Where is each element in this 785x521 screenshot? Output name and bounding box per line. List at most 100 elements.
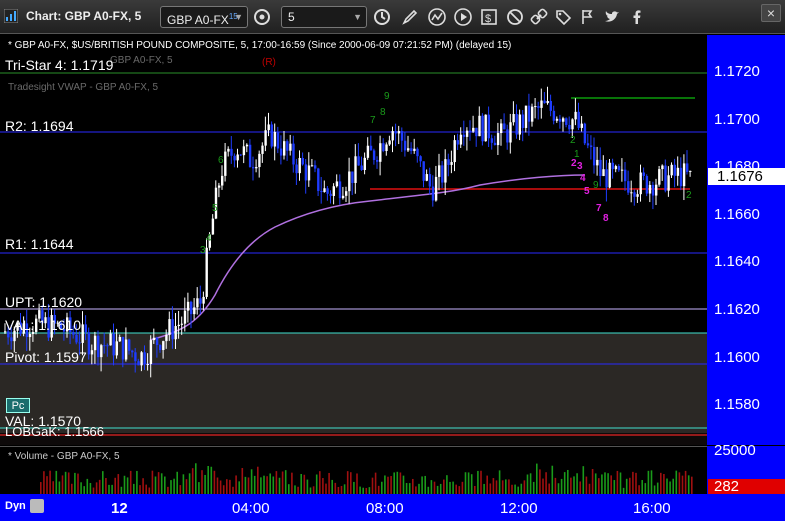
volume-bar (154, 476, 157, 494)
time-tick: 12 (111, 500, 128, 517)
candle-body (509, 122, 512, 143)
interval-selector[interactable]: 5 ▼ (281, 6, 367, 28)
candle-body (264, 130, 267, 146)
volume-bar (67, 472, 70, 494)
candle-body (221, 175, 224, 186)
candle-body (78, 342, 81, 344)
candle-body (568, 124, 571, 130)
candle-body (338, 181, 342, 199)
volume-bar (139, 485, 141, 494)
volume-bar (545, 472, 547, 494)
level-label-tristar: Tri-Star 4: 1.1719 (5, 57, 114, 73)
candle-body (320, 190, 323, 192)
symbol-selector[interactable]: GBP A0-FX15 ▼ (160, 6, 248, 28)
volume-bar (656, 482, 659, 494)
volume-bar (588, 483, 591, 494)
clock-icon[interactable] (372, 7, 392, 27)
period-cycle-icon[interactable] (252, 7, 272, 27)
time-tick: 08:00 (366, 500, 404, 517)
title-bar: Chart: GBP A0-FX, 5 GBP A0-FX15 ▼ 5 ▼ $ (0, 0, 785, 34)
twitter-icon[interactable] (602, 7, 622, 27)
candle-body (400, 131, 404, 141)
seq-green-9b: 9 (593, 180, 599, 191)
candle-body (617, 166, 621, 171)
volume-bar (198, 482, 200, 494)
candle-body (211, 218, 215, 235)
studies-icon[interactable] (427, 7, 447, 27)
seq-magenta-5: 5 (584, 186, 590, 197)
candle-body (562, 118, 565, 122)
candle-body (326, 188, 329, 194)
price-chart[interactable]: 9 8 7 6 5 4 3 2 1 9 2 2 3 4 5 7 8 (0, 35, 707, 445)
candle-body (689, 170, 692, 172)
svg-text:$: $ (485, 13, 491, 25)
close-window-button[interactable]: × (761, 4, 781, 22)
level-label-r1: R1: 1.1644 (5, 236, 74, 252)
facebook-icon[interactable] (627, 7, 647, 27)
volume-bar (433, 481, 436, 494)
candle-body (549, 100, 552, 111)
volume-bar (160, 473, 163, 494)
seq-magenta-7: 7 (596, 203, 602, 214)
volume-bar (105, 477, 107, 494)
volume-title: * Volume - GBP A0-FX, 5 (8, 451, 120, 462)
volume-bar (300, 473, 302, 494)
seq-magenta-4: 4 (580, 173, 586, 184)
candle-body (267, 124, 270, 131)
candle-body (478, 115, 481, 137)
candle-body (531, 106, 534, 122)
price-axis[interactable] (707, 35, 785, 445)
play-icon[interactable] (453, 7, 473, 27)
volume-bar (325, 483, 327, 494)
candle-body (543, 100, 546, 104)
candle-body (252, 167, 255, 169)
volume-bar (452, 481, 454, 494)
candle-body (431, 186, 435, 201)
candle-body (441, 165, 444, 183)
candle-body (413, 148, 416, 151)
volume-bar (52, 481, 54, 494)
volume-bar (520, 483, 523, 494)
no-entry-icon[interactable] (505, 7, 525, 27)
level-label-r2: R2: 1.1694 (5, 118, 74, 134)
candle-body (304, 164, 308, 181)
volume-bar (222, 485, 225, 494)
candle-body (289, 143, 292, 151)
candle-body (537, 106, 540, 108)
volume-bar (399, 472, 402, 494)
dyn-toggle-icon[interactable] (30, 499, 44, 513)
bookmark-flag-icon[interactable] (577, 7, 597, 27)
pc-button[interactable]: Pc (6, 398, 30, 413)
candle-body (627, 181, 630, 193)
volume-bar (542, 478, 544, 494)
candle-body (115, 341, 118, 356)
volume-bar (328, 472, 330, 494)
price-tick: 1.1660 (714, 206, 760, 223)
candle-body (419, 156, 422, 162)
candle-body (469, 130, 472, 132)
candle-body (112, 333, 115, 356)
price-tick: 1.1620 (714, 301, 760, 318)
candle-body (493, 142, 497, 146)
volume-bar (678, 472, 681, 494)
tag-icon[interactable] (553, 7, 573, 27)
volume-bar (40, 482, 42, 494)
candle-body (28, 334, 32, 338)
draw-pencil-icon[interactable] (400, 7, 420, 27)
candle-body (586, 143, 590, 146)
link-icon[interactable] (529, 7, 549, 27)
volume-bar (281, 471, 284, 494)
price-tick: 1.1600 (714, 349, 760, 366)
candle-body (174, 326, 177, 340)
volume-bar (244, 476, 247, 494)
candle-body (416, 148, 419, 157)
volume-bar (381, 481, 383, 494)
candle-body (524, 105, 528, 128)
volume-bar (396, 471, 399, 494)
volume-bar (102, 471, 104, 494)
volume-bar (346, 471, 349, 494)
candle-body (496, 133, 500, 146)
dollar-icon[interactable]: $ (479, 7, 499, 27)
candle-body (512, 114, 515, 123)
time-tick: 04:00 (232, 500, 270, 517)
